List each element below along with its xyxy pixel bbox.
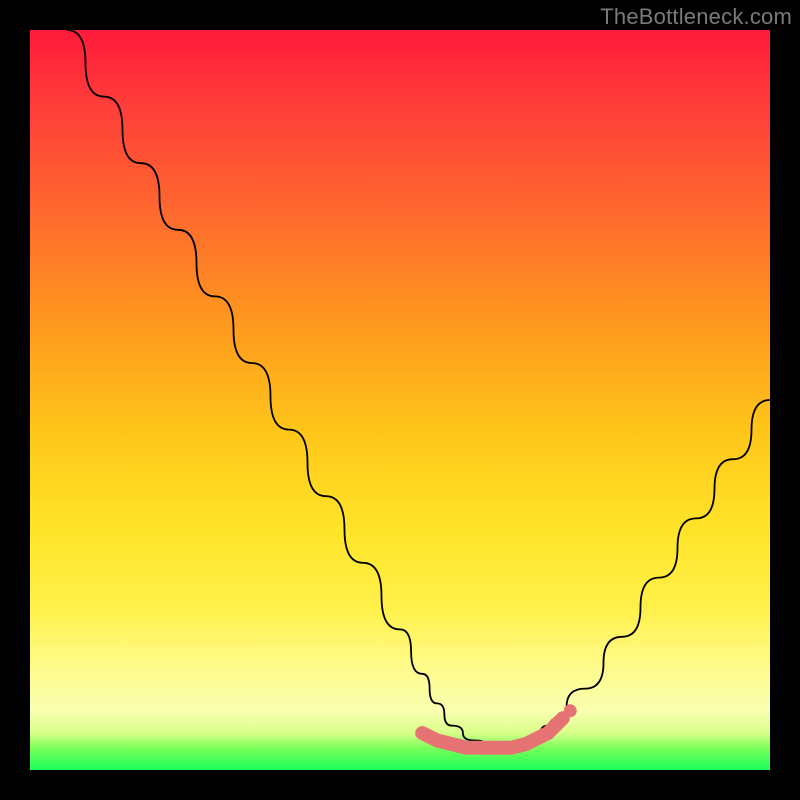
valley-highlight bbox=[422, 718, 563, 748]
curve-line-group bbox=[67, 30, 770, 748]
marker-dots bbox=[422, 704, 577, 748]
bottleneck-curve bbox=[30, 30, 770, 770]
marker-dot bbox=[564, 704, 577, 717]
plot-area bbox=[30, 30, 770, 770]
marker-dot bbox=[549, 718, 562, 731]
curve-line bbox=[67, 30, 770, 748]
watermark-text: TheBottleneck.com bbox=[600, 4, 792, 30]
chart-stage: TheBottleneck.com bbox=[0, 0, 800, 800]
